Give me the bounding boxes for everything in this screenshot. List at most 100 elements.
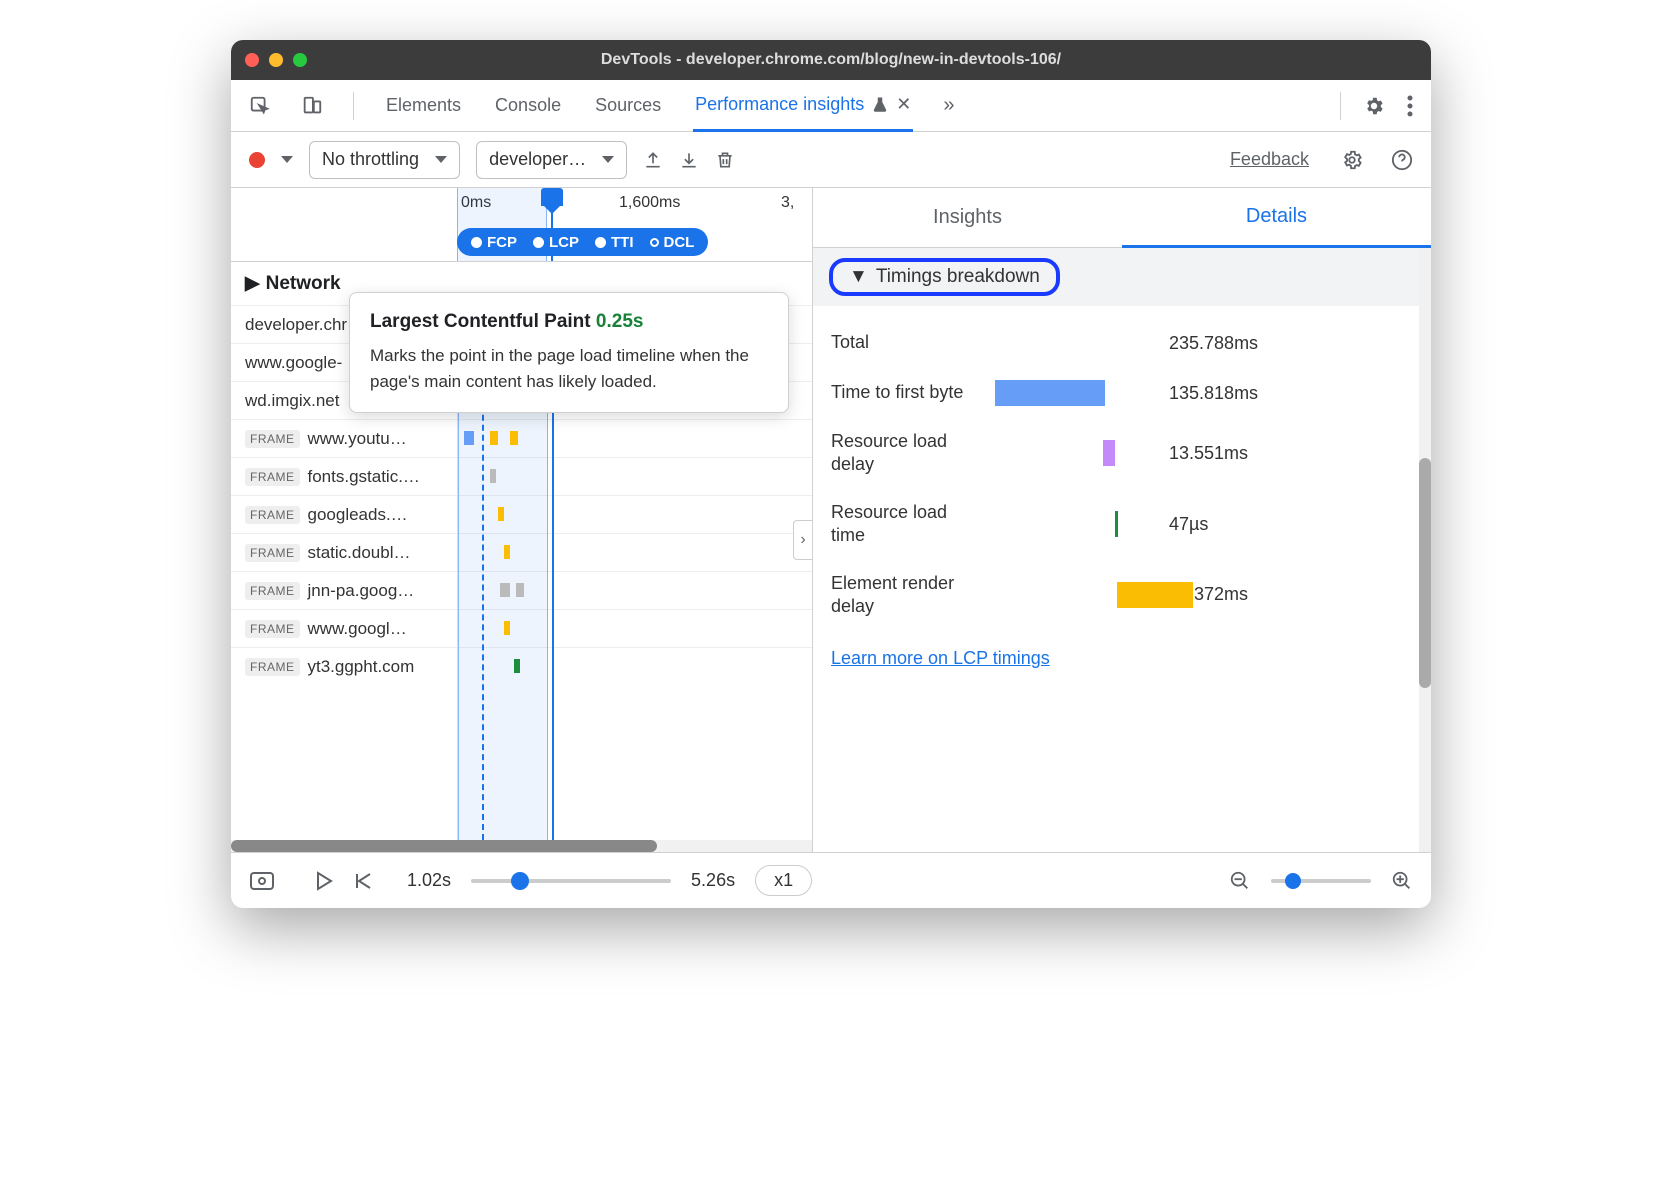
- kebab-menu-icon[interactable]: [1407, 95, 1413, 117]
- metric-value: 235.788ms: [1169, 333, 1258, 354]
- lcp-tooltip: Largest Contentful Paint 0.25s Marks the…: [349, 292, 789, 413]
- tab-details[interactable]: Details: [1122, 188, 1431, 248]
- timeline-ruler[interactable]: 0ms 1,600ms 3, FCP LCP TTI DCL: [231, 188, 812, 262]
- gear-icon[interactable]: [1341, 149, 1363, 171]
- pill-dcl[interactable]: DCL: [644, 234, 701, 251]
- settings-icon[interactable]: [1363, 95, 1385, 117]
- metric-label: Element render delay: [831, 572, 981, 619]
- eye-icon[interactable]: [249, 871, 275, 891]
- horizontal-scrollbar[interactable]: [231, 840, 812, 852]
- frame-badge: FRAME: [245, 544, 300, 562]
- host-label: jnn-pa.goog…: [308, 581, 415, 601]
- perf-toolbar: No throttling developer… Feedback: [231, 132, 1431, 188]
- tooltip-time: 0.25s: [596, 311, 644, 332]
- rewind-icon[interactable]: [353, 871, 373, 891]
- highlight-ring: ▼ Timings breakdown: [829, 258, 1060, 296]
- timing-pills[interactable]: FCP LCP TTI DCL: [457, 228, 708, 256]
- export-icon[interactable]: [643, 150, 663, 170]
- frame-badge: FRAME: [245, 506, 300, 524]
- record-menu-caret[interactable]: [281, 156, 293, 163]
- site-select[interactable]: developer…: [476, 141, 627, 179]
- metric-value: 47µs: [1169, 514, 1208, 535]
- host-label: developer.chr: [245, 315, 347, 335]
- pill-tti[interactable]: TTI: [589, 234, 640, 251]
- site-label: developer…: [489, 149, 586, 170]
- expand-triangle-icon: ▶: [245, 272, 260, 295]
- more-tabs-icon[interactable]: »: [943, 94, 954, 117]
- delete-icon[interactable]: [715, 150, 735, 170]
- throttling-label: No throttling: [322, 149, 419, 170]
- metric-value: 135.818ms: [1169, 383, 1258, 404]
- speed-pill[interactable]: x1: [755, 865, 812, 896]
- metric-bar: [995, 380, 1155, 406]
- scrollbar-thumb[interactable]: [1419, 458, 1431, 688]
- experiment-icon: [872, 96, 888, 114]
- request-bar[interactable]: [510, 431, 518, 445]
- request-bar[interactable]: [504, 621, 510, 635]
- expand-triangle-icon: ▼: [849, 266, 868, 288]
- request-bar[interactable]: [500, 583, 510, 597]
- tab-console[interactable]: Console: [493, 80, 563, 132]
- host-label: fonts.gstatic.…: [308, 467, 420, 487]
- chevron-down-icon: [435, 156, 447, 163]
- section-label: Timings breakdown: [876, 266, 1040, 288]
- details-panel: Insights Details ▼ Timings breakdown Tot…: [813, 188, 1431, 852]
- slider-knob[interactable]: [1285, 873, 1301, 889]
- frame-badge: FRAME: [245, 582, 300, 600]
- host-label: googleads.…: [308, 505, 408, 525]
- tab-insights[interactable]: Insights: [813, 188, 1122, 247]
- pill-lcp[interactable]: LCP: [527, 234, 585, 251]
- slider-knob[interactable]: [511, 872, 529, 890]
- device-toggle-icon[interactable]: [301, 95, 323, 117]
- details-tabs: Insights Details: [813, 188, 1431, 248]
- tab-label: Performance insights: [695, 94, 864, 115]
- request-bar[interactable]: [516, 583, 524, 597]
- request-bar[interactable]: [498, 507, 504, 521]
- request-bar[interactable]: [490, 431, 498, 445]
- request-bar[interactable]: [514, 659, 520, 673]
- request-bar[interactable]: [464, 431, 474, 445]
- metric-resource-delay: Resource load delay 13.551ms: [831, 418, 1413, 489]
- maximize-window-button[interactable]: [293, 53, 307, 67]
- zoom-in-icon[interactable]: [1391, 870, 1413, 892]
- separator: [1340, 92, 1341, 120]
- frame-badge: FRAME: [245, 430, 300, 448]
- scrollbar-thumb[interactable]: [231, 840, 657, 852]
- close-tab-icon[interactable]: ✕: [896, 94, 911, 115]
- play-icon[interactable]: [315, 871, 333, 891]
- inspect-icon[interactable]: [249, 95, 271, 117]
- metric-bar: [995, 440, 1155, 466]
- record-button[interactable]: [249, 152, 265, 168]
- close-window-button[interactable]: [245, 53, 259, 67]
- tab-sources[interactable]: Sources: [593, 80, 663, 132]
- zoom-slider[interactable]: [1271, 879, 1371, 883]
- vertical-scrollbar[interactable]: [1419, 248, 1431, 852]
- network-label: Network: [266, 273, 341, 295]
- pill-fcp[interactable]: FCP: [465, 234, 523, 251]
- tab-elements[interactable]: Elements: [384, 80, 463, 132]
- titlebar: DevTools - developer.chrome.com/blog/new…: [231, 40, 1431, 80]
- request-bar[interactable]: [504, 545, 510, 559]
- playhead-handle[interactable]: [541, 188, 563, 206]
- devtools-tabs: Elements Console Sources Performance ins…: [231, 80, 1431, 132]
- throttling-select[interactable]: No throttling: [309, 141, 460, 179]
- timings-breakdown-header[interactable]: ▼ Timings breakdown: [813, 248, 1431, 306]
- learn-more-link[interactable]: Learn more on LCP timings: [831, 648, 1413, 669]
- tick-label: 3,: [781, 194, 794, 212]
- timeline-panel: 0ms 1,600ms 3, FCP LCP TTI DCL ▶ Network: [231, 188, 813, 852]
- host-label: yt3.ggpht.com: [308, 657, 415, 677]
- playback-slider[interactable]: [471, 879, 671, 883]
- help-icon[interactable]: [1391, 149, 1413, 171]
- window-title: DevTools - developer.chrome.com/blog/new…: [601, 51, 1061, 69]
- panel-collapse-handle[interactable]: ›: [793, 520, 813, 560]
- minimize-window-button[interactable]: [269, 53, 283, 67]
- metric-label: Resource load delay: [831, 430, 981, 477]
- zoom-out-icon[interactable]: [1229, 870, 1251, 892]
- feedback-link[interactable]: Feedback: [1230, 149, 1309, 170]
- metric-bar: [995, 330, 1155, 356]
- chevron-right-icon: ›: [800, 531, 805, 549]
- tab-performance-insights[interactable]: Performance insights ✕: [693, 80, 913, 132]
- import-icon[interactable]: [679, 150, 699, 170]
- tooltip-title: Largest Contentful Paint: [370, 311, 591, 332]
- request-bar[interactable]: [490, 469, 496, 483]
